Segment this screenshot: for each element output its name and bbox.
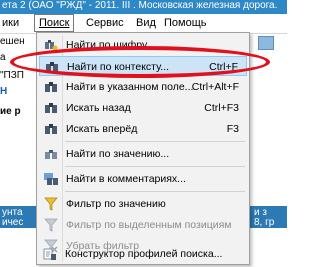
bg-text-9: 8, гр xyxy=(254,217,275,228)
menu-bar: ики Поиск Сервис Вид Помощь xyxy=(0,14,287,34)
menu-item-label: Фильтр по значению xyxy=(66,198,166,210)
bg-text-5: ие р xyxy=(0,106,21,117)
binoculars-back-icon xyxy=(44,101,58,115)
binoculars-key-icon xyxy=(44,38,58,52)
binoculars-icon xyxy=(45,60,59,74)
menu-item-filter-by-value[interactable]: Фильтр по значению xyxy=(39,194,247,214)
menu-item-label: Найти в комментариях... xyxy=(66,173,186,185)
menu-view[interactable]: Вид xyxy=(136,14,156,33)
binoculars-comment-icon xyxy=(44,172,58,186)
menu-item-label: Найти по контексту... xyxy=(67,61,170,73)
menu-item-filter-by-selection: Фильтр по выделенным позициям xyxy=(39,215,247,235)
menu-separator xyxy=(65,141,245,142)
menu-item-label: Фильтр по выделенным позициям xyxy=(66,219,232,231)
search-profile-icon xyxy=(43,247,57,261)
menu-item-shortcut: Ctrl+F3 xyxy=(204,102,239,114)
bg-text-4: Н xyxy=(0,86,8,97)
menu-service-partial[interactable]: ики xyxy=(2,14,19,33)
binoculars-field-icon xyxy=(44,80,58,94)
menu-item-find-by-context[interactable]: Найти по контексту... Ctrl+F xyxy=(39,56,247,76)
menu-item-label: Найти по шифру... xyxy=(66,39,155,51)
window-title: ета 2 (ОАО "РЖД" - 2011. III . Московска… xyxy=(2,0,278,11)
bg-text-1: ешен xyxy=(0,36,25,47)
menu-item-shortcut: F3 xyxy=(226,123,239,135)
toolbar-icon[interactable] xyxy=(258,36,274,50)
menu-item-label: Искать назад xyxy=(66,102,131,114)
menu-item-find-by-value[interactable]: Найти по значению... xyxy=(39,144,247,164)
menu-item-label: Искать вперёд xyxy=(66,123,138,135)
menu-item-find-in-comments[interactable]: Найти в комментариях... xyxy=(39,169,247,189)
menu-item-search-back[interactable]: Искать назад Ctrl+F3 xyxy=(39,98,247,118)
menu-item-search-forward[interactable]: Искать вперёд F3 xyxy=(39,119,247,139)
funnel-icon xyxy=(44,197,58,211)
menu-item-label: Конструктор профилей поиска... xyxy=(65,248,223,260)
binoculars-value-icon xyxy=(44,147,58,161)
funnel-selection-icon xyxy=(44,218,58,232)
binoculars-forward-icon xyxy=(44,122,58,136)
menu-item-label: Найти по значению... xyxy=(66,148,170,160)
menu-item-shortcut: Ctrl+Alt+F xyxy=(191,81,239,93)
window-title-bar: ета 2 (ОАО "РЖД" - 2011. III . Московска… xyxy=(0,0,287,14)
menu-item-label: Найти в указанном поле... xyxy=(66,81,194,93)
menu-tools[interactable]: Сервис xyxy=(86,14,124,33)
menu-item-shortcut: Ctrl+F xyxy=(209,61,238,73)
menu-help[interactable]: Помощь xyxy=(164,14,207,33)
menu-separator xyxy=(65,166,245,167)
menu-item-find-by-code[interactable]: Найти по шифру... xyxy=(39,35,247,55)
menu-item-search-profile-builder[interactable]: Конструктор профилей поиска... xyxy=(38,244,246,264)
menu-separator xyxy=(65,191,245,192)
bg-text-7: ичес xyxy=(2,217,24,228)
menu-search[interactable]: Поиск xyxy=(34,14,75,32)
bg-text-3: "ПЗП xyxy=(0,70,24,81)
menu-item-find-in-field[interactable]: Найти в указанном поле... Ctrl+Alt+F xyxy=(39,77,247,97)
bg-text-2: а xyxy=(0,52,6,63)
menu-search-label: Поиск xyxy=(39,17,70,29)
search-menu: Найти по шифру... Найти по контексту... … xyxy=(36,32,250,265)
